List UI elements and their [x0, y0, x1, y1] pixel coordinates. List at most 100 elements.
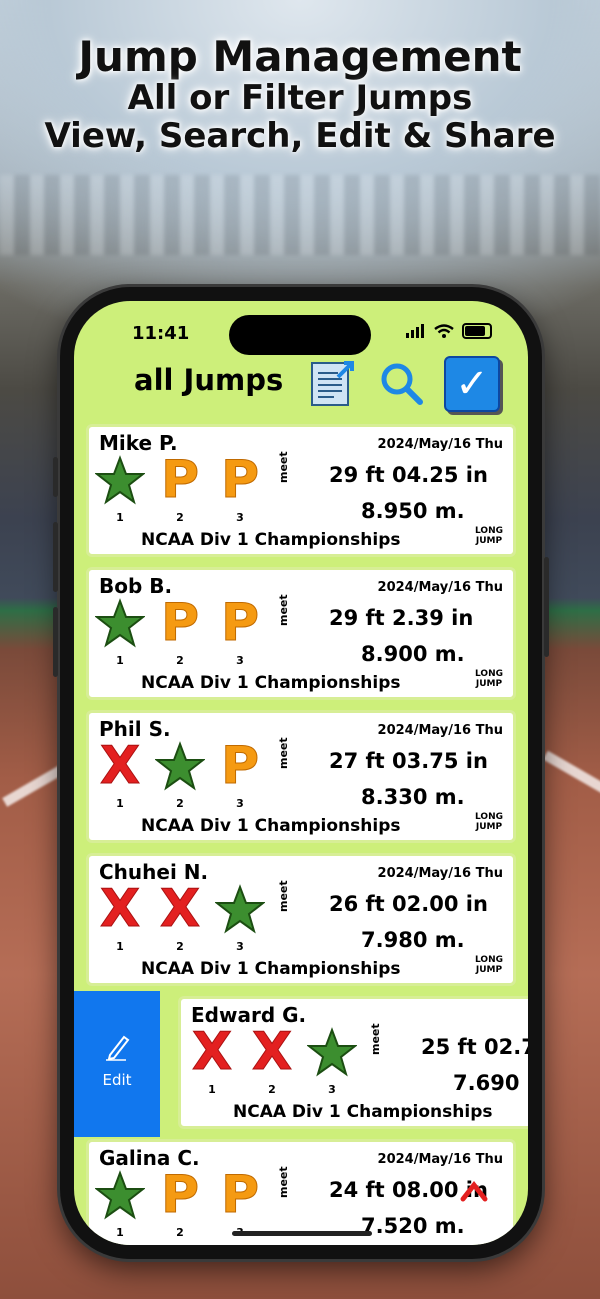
attempt-3: 3 [305, 1025, 359, 1096]
pass-mark: P [160, 1165, 200, 1225]
jump-card[interactable]: Bob B. 2024/May/16 Thu 1 P 2 P 3 meet 29 ft 2.39… [86, 567, 516, 700]
attempt-1: X1 [93, 882, 147, 954]
distance-imperial: 25 ft 02.7 [421, 1035, 528, 1059]
jump-row[interactable]: Galina C.2024/May/16 Thu1P2P3meet24 ft 0… [86, 1139, 516, 1245]
pass-mark: P [220, 1165, 260, 1225]
distance-metric: 8.900 m. [361, 642, 465, 666]
distance-metric: 7.690 m [453, 1071, 528, 1095]
distance-metric: 8.330 m. [361, 785, 465, 809]
foul-mark: X [251, 1022, 293, 1082]
distance-metric: 7.980 m. [361, 928, 465, 952]
search-button[interactable] [376, 357, 428, 409]
foul-mark: X [191, 1022, 233, 1082]
attempt-1: 1 [93, 1168, 147, 1239]
attempt-number: 1 [116, 1226, 124, 1239]
attempt-2: P2 [153, 596, 207, 668]
attempt-number: 1 [208, 1083, 216, 1096]
attempt-number: 2 [176, 797, 184, 810]
attempt-number: 2 [176, 1226, 184, 1239]
attempt-number: 2 [268, 1083, 276, 1096]
track-lane-line [542, 750, 600, 800]
share-report-button[interactable] [308, 357, 360, 409]
meet-name: NCAA Div 1 Championships [141, 959, 401, 979]
page-title: all Jumps [134, 363, 284, 397]
meet-tag: meet [277, 1166, 290, 1198]
chevron-up-icon [460, 1180, 488, 1202]
attempt-number: 2 [176, 511, 184, 524]
jump-row[interactable]: Mike P. 2024/May/16 Thu 1 P 2 P 3 meet 29 ft 04.… [86, 424, 516, 567]
attempt-number: 1 [116, 797, 124, 810]
attempt-number: 1 [116, 511, 124, 524]
jump-row[interactable]: Phil S. 2024/May/16 Thu X 1 2 P 3 meet 27 ft 03.… [86, 710, 516, 853]
star-icon [93, 596, 147, 652]
jump-card[interactable]: Galina C.2024/May/16 Thu1P2P3meet24 ft 0… [86, 1139, 516, 1245]
select-mode-button[interactable]: ✓ [444, 356, 500, 412]
event-line: LONG [475, 526, 503, 536]
event-line: JUMP [475, 822, 503, 832]
attempt-2: 2 [153, 739, 207, 810]
jump-row[interactable]: EditEdward G.2024/MX1X23meet25 ft 02.77.… [74, 991, 528, 1139]
attempt-number: 2 [176, 940, 184, 953]
promo-headline: Jump Management All or Filter Jumps View… [0, 33, 600, 156]
attempt-3: P3 [213, 593, 267, 668]
phone-frame: 11:41 all Jumps ✓ Mike P. 2024/May/16 Th… [53, 287, 549, 1259]
jump-card[interactable]: Edward G.2024/MX1X23meet25 ft 02.77.690 … [178, 996, 528, 1129]
distance-imperial: 29 ft 2.39 in [329, 606, 474, 630]
signal-icon [406, 324, 424, 338]
meet-name: NCAA Div 1 Championships [233, 1102, 493, 1122]
battery-icon [462, 323, 492, 339]
attempt-1: 1 [93, 453, 147, 524]
event-type: LONG JUMP [475, 669, 503, 689]
attempt-number: 1 [116, 654, 124, 667]
star-icon [93, 453, 147, 509]
distance-imperial: 29 ft 04.25 in [329, 463, 488, 487]
checkmark-icon: ✓ [455, 361, 489, 407]
pass-mark: P [220, 450, 260, 510]
meet-name: NCAA Div 1 Championships [141, 673, 401, 693]
phone-button [544, 557, 549, 657]
pass-mark: P [220, 593, 260, 653]
scroll-to-top-button[interactable] [459, 1176, 489, 1211]
promo-line-3: View, Search, Edit & Share [44, 115, 556, 156]
star-icon [305, 1025, 359, 1081]
event-line: JUMP [475, 536, 503, 546]
distance-metric: 8.950 m. [361, 499, 465, 523]
track-lane-line [2, 763, 68, 807]
event-line: LONG [475, 669, 503, 679]
attempt-3: P3 [213, 736, 267, 811]
phone-button [53, 607, 58, 677]
attempt-2: X2 [153, 882, 207, 954]
app-screen: 11:41 all Jumps ✓ Mike P. 2024/May/16 Th… [74, 301, 528, 1245]
edit-swipe-button[interactable]: Edit [74, 991, 160, 1137]
attempt-3: P3 [213, 1165, 267, 1240]
share-report-icon [311, 361, 354, 406]
jump-date: 2024/May/16 Thu [377, 437, 503, 452]
meet-tag: meet [277, 737, 290, 769]
jump-row[interactable]: Chuhei N. 2024/May/16 Thu X 1 X 2 3 meet 26 ft 0… [86, 853, 516, 996]
jump-row[interactable]: Bob B. 2024/May/16 Thu 1 P 2 P 3 meet 29 ft 2.39… [86, 567, 516, 710]
event-line: JUMP [475, 679, 503, 689]
event-line: LONG [475, 955, 503, 965]
home-indicator [232, 1231, 372, 1236]
wifi-icon [434, 324, 454, 338]
attempt-number: 2 [176, 654, 184, 667]
attempt-number: 1 [116, 940, 124, 953]
jump-card[interactable]: Chuhei N. 2024/May/16 Thu X 1 X 2 3 meet 26 ft 0… [86, 853, 516, 986]
distance-metric: 7.520 m. [361, 1214, 465, 1238]
jump-date: 2024/May/16 Thu [377, 580, 503, 595]
attempt-number: 3 [328, 1083, 336, 1096]
pass-mark: P [220, 736, 260, 796]
star-icon [213, 882, 267, 938]
search-icon [381, 363, 423, 405]
jump-list[interactable]: Mike P. 2024/May/16 Thu 1 P 2 P 3 meet 29 ft 04.… [74, 424, 528, 1245]
jump-card[interactable]: Mike P. 2024/May/16 Thu 1 P 2 P 3 meet 29 ft 04.… [86, 424, 516, 557]
attempt-2: P2 [153, 1165, 207, 1240]
distance-imperial: 26 ft 02.00 in [329, 892, 488, 916]
dynamic-island [229, 315, 371, 355]
attempt-2: X2 [245, 1022, 299, 1097]
phone-button [53, 457, 58, 497]
jump-card[interactable]: Phil S. 2024/May/16 Thu X 1 2 P 3 meet 27 ft 03.… [86, 710, 516, 843]
meet-tag: meet [277, 451, 290, 483]
stadium-background [0, 175, 600, 255]
attempt-number: 3 [236, 654, 244, 667]
